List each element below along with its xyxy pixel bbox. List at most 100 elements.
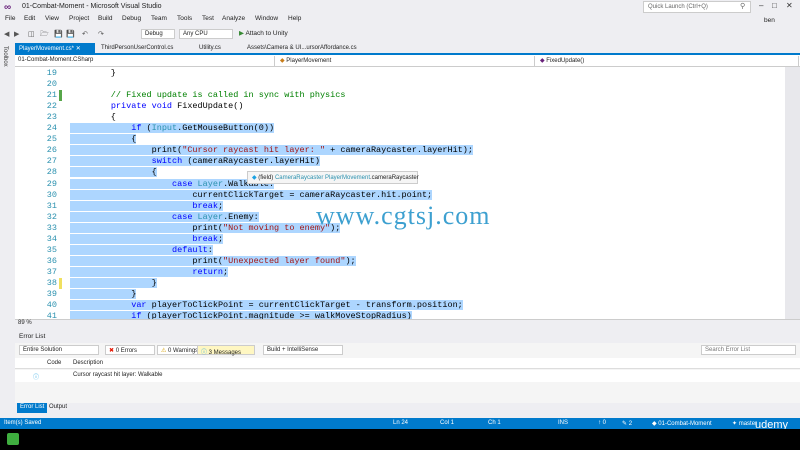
code-line[interactable]: print("Not moving to enemy"); — [70, 222, 341, 234]
menu-test[interactable]: Test — [202, 15, 214, 22]
vertical-scrollbar[interactable] — [785, 67, 800, 319]
tab-third-person-user-control[interactable]: ThirdPersonUserControl.cs — [97, 43, 193, 54]
scope-select[interactable]: Entire Solution — [19, 345, 99, 355]
line-number: 26 — [46, 145, 57, 156]
code-line[interactable]: switch (cameraRaycaster.layerHit) — [70, 156, 320, 167]
member-select[interactable]: ◆ FixedUpdate() — [537, 56, 799, 66]
video-caption: Simplify & debug current movement code — [25, 431, 291, 447]
code-text: print("Cursor raycast hit layer: " + cam… — [70, 145, 473, 156]
code-token: break — [192, 233, 218, 244]
code-token: case — [172, 178, 198, 189]
code-line[interactable]: { — [70, 134, 137, 145]
code-token: { — [70, 167, 157, 178]
user-name[interactable]: ben — [764, 17, 775, 24]
menu-view[interactable]: View — [45, 15, 59, 22]
code-line[interactable]: case Layer.Enemy: — [70, 211, 259, 223]
redo-icon[interactable]: ↷ — [98, 30, 104, 38]
tab-player-movement[interactable]: PlayerMovement.cs* ✕ — [15, 43, 95, 54]
minimize-button[interactable]: – — [759, 1, 763, 10]
menu-debug[interactable]: Debug — [122, 15, 141, 22]
menu-help[interactable]: Help — [288, 15, 301, 22]
toolbox-tab[interactable]: Toolbox — [2, 46, 8, 67]
project-select[interactable]: 01-Combat-Moment.CSharp — [15, 56, 275, 66]
line-number: 32 — [46, 211, 57, 222]
code-line[interactable]: { — [70, 112, 116, 123]
error-list-row[interactable]: ⓘ Cursor raycast hit layer: Walkable — [15, 370, 800, 382]
back-icon[interactable]: ◀ — [4, 30, 9, 38]
search-error-list-input[interactable]: Search Error List — [701, 345, 796, 355]
column-description[interactable]: Description — [73, 360, 103, 366]
class-select[interactable]: ◆ PlayerMovement — [277, 56, 535, 66]
undo-icon[interactable]: ↶ — [82, 30, 88, 38]
code-line[interactable]: var playerToClickPoint = currentClickTar… — [70, 300, 463, 311]
line-number: 34 — [46, 233, 57, 244]
status-pending-up[interactable]: ↑ 0 — [598, 420, 606, 426]
line-number: 21 — [46, 90, 57, 101]
code-line[interactable]: if (Input.GetMouseButton(0)) — [70, 123, 275, 134]
code-line[interactable]: default: — [70, 244, 213, 256]
maximize-button[interactable]: □ — [772, 1, 777, 10]
code-line[interactable]: } — [70, 68, 116, 79]
menu-file[interactable]: File — [5, 15, 15, 22]
tab-cursor-affordance[interactable]: Assets\Camera & UI...ursorAffordance.cs — [243, 43, 383, 54]
code-line[interactable]: currentClickTarget = cameraRaycaster.hit… — [70, 189, 433, 201]
code-token: Layer — [197, 211, 224, 222]
messages-filter-button[interactable]: ⓘ 3 Messages — [197, 345, 255, 356]
error-list-title: Error List — [15, 332, 800, 343]
menu-team[interactable]: Team — [151, 15, 167, 22]
code-line[interactable]: break; — [70, 200, 224, 212]
menu-project[interactable]: Project — [69, 15, 89, 22]
platform-select[interactable]: Any CPU — [179, 29, 233, 39]
menu-edit[interactable]: Edit — [24, 15, 35, 22]
tab-output[interactable]: Output — [46, 403, 70, 413]
new-project-icon[interactable]: ◫ — [28, 30, 35, 38]
save-icon[interactable]: 💾 — [54, 30, 63, 38]
build-source-select[interactable]: Build + IntelliSense — [263, 345, 343, 355]
code-line[interactable]: } — [70, 289, 137, 300]
code-token: ; — [217, 200, 224, 211]
code-token: } — [70, 68, 116, 78]
quick-launch-input[interactable]: Quick Launch (Ctrl+Q) — [643, 1, 751, 13]
member-label: FixedUpdate() — [546, 58, 585, 64]
column-code[interactable]: Code — [47, 360, 61, 366]
forward-icon[interactable]: ▶ — [14, 30, 19, 38]
menu-build[interactable]: Build — [98, 15, 112, 22]
code-line[interactable]: private void FixedUpdate() — [70, 101, 244, 112]
configuration-select[interactable]: Debug — [141, 29, 175, 39]
status-pending-changes[interactable]: ✎ 2 — [622, 420, 632, 427]
menu-tools[interactable]: Tools — [177, 15, 192, 22]
save-all-icon[interactable]: 💾 — [66, 30, 75, 38]
bottom-tabs: Error List Output — [15, 403, 800, 413]
code-line[interactable]: print("Unexpected layer found"); — [70, 255, 356, 267]
status-project[interactable]: ◆ 01-Combat-Moment — [652, 420, 712, 427]
errors-filter-button[interactable]: ✖ 0 Errors — [105, 345, 155, 355]
tab-error-list[interactable]: Error List — [17, 403, 48, 413]
line-number: 29 — [46, 178, 57, 189]
code-line[interactable]: print("Cursor raycast hit layer: " + cam… — [70, 145, 473, 156]
close-icon[interactable]: ✕ — [76, 46, 81, 52]
line-number: 23 — [46, 112, 57, 123]
code-line[interactable]: return; — [70, 266, 229, 278]
status-branch[interactable]: ✦ master — [732, 420, 757, 427]
code-text: break; — [70, 233, 224, 244]
zoom-level[interactable]: 89 % — [18, 320, 32, 326]
attach-to-unity-button[interactable]: ▶ Attach to Unity — [239, 29, 288, 37]
errors-count: 0 Errors — [115, 348, 138, 354]
code-text: case Layer.Enemy: — [70, 211, 259, 222]
code-line[interactable]: case Layer.Walkable: — [70, 178, 275, 190]
code-line[interactable]: if (playerToClickPoint.magnitude >= walk… — [70, 311, 412, 319]
close-button[interactable]: ✕ — [786, 1, 793, 10]
menu-window[interactable]: Window — [255, 15, 278, 22]
menu-analyze[interactable]: Analyze — [222, 15, 245, 22]
code-token: switch — [151, 156, 183, 167]
code-line[interactable]: // Fixed update is called in sync with p… — [70, 90, 346, 101]
code-line[interactable]: } — [70, 277, 157, 289]
code-editor[interactable]: 19 20 21 22 23 24 25 26 27 28 29 30 31 32 33 34 35 36 37 38… — [15, 67, 800, 319]
messages-count: 3 Messages — [208, 350, 242, 356]
open-file-icon[interactable]: 🗁 — [40, 30, 49, 41]
code-line[interactable]: break; — [70, 233, 224, 245]
tab-utility[interactable]: Utility.cs — [195, 43, 243, 54]
code-line[interactable]: { — [70, 167, 157, 178]
